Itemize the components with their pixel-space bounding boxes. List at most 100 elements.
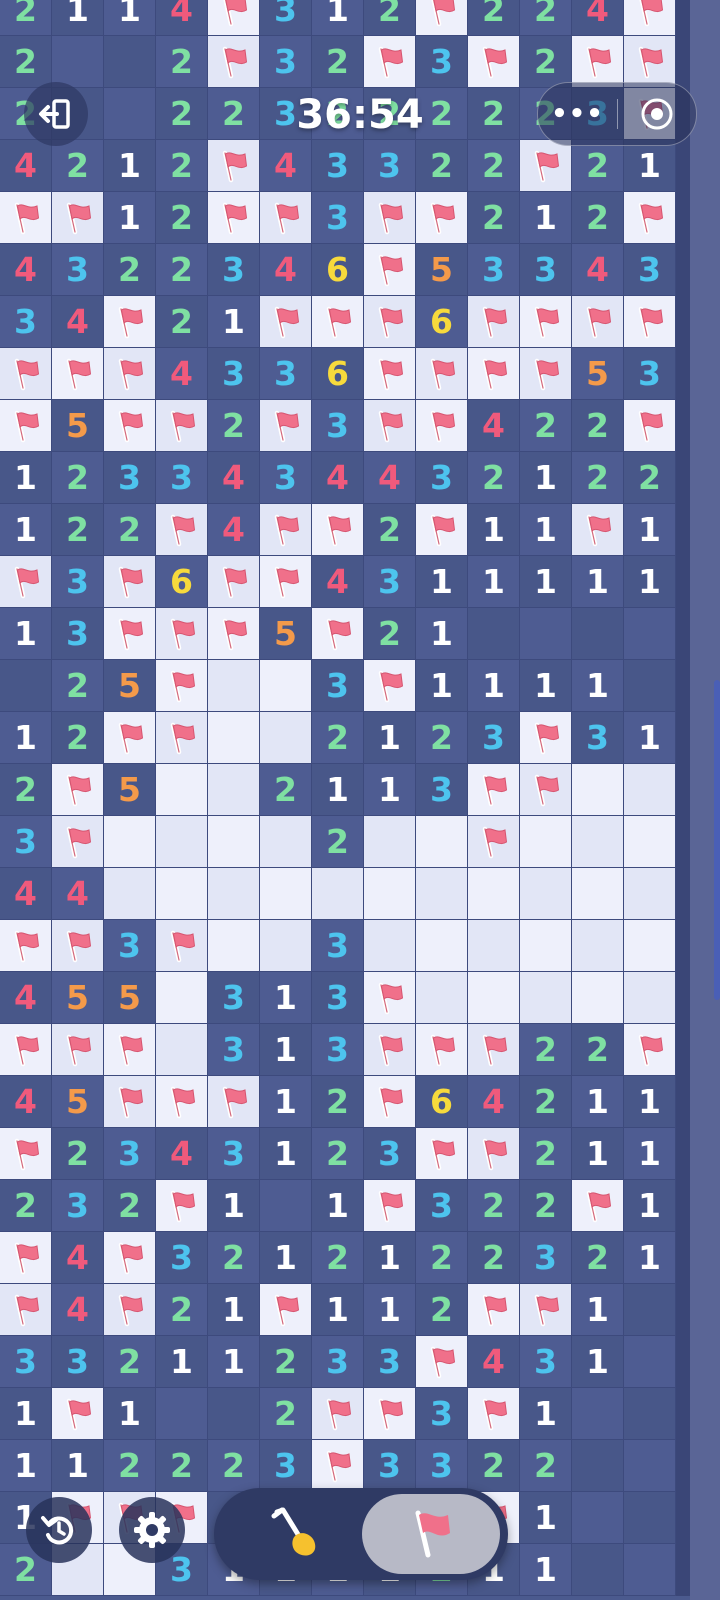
flag-cell[interactable]: [624, 296, 676, 348]
flag-cell[interactable]: [52, 348, 104, 400]
flag-cell[interactable]: [156, 660, 208, 712]
flag-cell[interactable]: [624, 1024, 676, 1076]
number-cell[interactable]: 2: [312, 36, 364, 88]
number-cell[interactable]: 2: [156, 1440, 208, 1492]
flag-cell[interactable]: [416, 348, 468, 400]
number-cell[interactable]: 4: [468, 1076, 520, 1128]
number-cell[interactable]: 1: [260, 972, 312, 1024]
empty-cell[interactable]: [260, 868, 312, 920]
number-cell[interactable]: 3: [52, 608, 104, 660]
empty-cell[interactable]: [208, 816, 260, 868]
flag-cell[interactable]: [104, 400, 156, 452]
empty-cell[interactable]: [520, 972, 572, 1024]
flag-cell[interactable]: [52, 1024, 104, 1076]
empty-cell[interactable]: [468, 972, 520, 1024]
number-cell[interactable]: 5: [52, 972, 104, 1024]
number-cell[interactable]: 2: [104, 504, 156, 556]
flag-cell[interactable]: [364, 1180, 416, 1232]
empty-cell[interactable]: [520, 920, 572, 972]
number-cell[interactable]: 1: [104, 192, 156, 244]
number-cell[interactable]: 2: [156, 36, 208, 88]
flag-cell[interactable]: [0, 192, 52, 244]
number-cell[interactable]: 3: [52, 1336, 104, 1388]
empty-cell[interactable]: [572, 920, 624, 972]
number-cell[interactable]: 2: [364, 504, 416, 556]
hidden-cell[interactable]: [624, 1284, 676, 1336]
number-cell[interactable]: 5: [104, 972, 156, 1024]
flag-cell[interactable]: [104, 1076, 156, 1128]
number-cell[interactable]: 3: [416, 36, 468, 88]
number-cell[interactable]: 1: [572, 1284, 624, 1336]
number-cell[interactable]: 4: [208, 452, 260, 504]
hidden-cell[interactable]: [572, 1440, 624, 1492]
flag-cell[interactable]: [364, 192, 416, 244]
flag-cell[interactable]: [416, 192, 468, 244]
hidden-cell[interactable]: [624, 660, 676, 712]
number-cell[interactable]: 1: [624, 1076, 676, 1128]
flag-cell[interactable]: [364, 1076, 416, 1128]
flag-cell[interactable]: [364, 660, 416, 712]
flag-cell[interactable]: [260, 504, 312, 556]
number-cell[interactable]: 1: [208, 296, 260, 348]
hidden-cell[interactable]: [572, 1544, 624, 1596]
number-cell[interactable]: 2: [572, 1024, 624, 1076]
number-cell[interactable]: 3: [468, 244, 520, 296]
flag-cell[interactable]: [208, 1076, 260, 1128]
number-cell[interactable]: 3: [520, 244, 572, 296]
number-cell[interactable]: 2: [520, 36, 572, 88]
number-cell[interactable]: 1: [52, 1440, 104, 1492]
empty-cell[interactable]: [468, 868, 520, 920]
flag-cell[interactable]: [468, 1284, 520, 1336]
number-cell[interactable]: 2: [0, 764, 52, 816]
flag-mode-button[interactable]: [362, 1494, 500, 1574]
number-cell[interactable]: 1: [624, 140, 676, 192]
number-cell[interactable]: 1: [468, 660, 520, 712]
flag-cell[interactable]: [468, 36, 520, 88]
number-cell[interactable]: 3: [312, 400, 364, 452]
flag-cell[interactable]: [104, 1024, 156, 1076]
hidden-cell[interactable]: [624, 1544, 676, 1596]
number-cell[interactable]: 1: [0, 712, 52, 764]
number-cell[interactable]: 2: [572, 452, 624, 504]
number-cell[interactable]: 1: [260, 1128, 312, 1180]
number-cell[interactable]: 1: [520, 1544, 572, 1596]
flag-cell[interactable]: [260, 192, 312, 244]
number-cell[interactable]: 3: [0, 1336, 52, 1388]
number-cell[interactable]: 3: [52, 1180, 104, 1232]
hidden-cell[interactable]: [260, 1180, 312, 1232]
flag-cell[interactable]: [468, 1128, 520, 1180]
empty-cell[interactable]: [208, 868, 260, 920]
number-cell[interactable]: 3: [312, 920, 364, 972]
flag-cell[interactable]: [208, 556, 260, 608]
flag-cell[interactable]: [520, 712, 572, 764]
flag-cell[interactable]: [312, 296, 364, 348]
number-cell[interactable]: 2: [52, 504, 104, 556]
number-cell[interactable]: 1: [312, 1284, 364, 1336]
exit-button[interactable]: [24, 82, 88, 146]
number-cell[interactable]: 3: [364, 140, 416, 192]
flag-cell[interactable]: [312, 1440, 364, 1492]
flag-cell[interactable]: [312, 608, 364, 660]
number-cell[interactable]: 3: [52, 556, 104, 608]
number-cell[interactable]: 2: [468, 88, 520, 140]
number-cell[interactable]: 1: [520, 1492, 572, 1544]
empty-cell[interactable]: [624, 868, 676, 920]
number-cell[interactable]: 2: [364, 608, 416, 660]
number-cell[interactable]: 4: [0, 244, 52, 296]
number-cell[interactable]: 2: [208, 1440, 260, 1492]
empty-cell[interactable]: [208, 764, 260, 816]
number-cell[interactable]: 4: [312, 556, 364, 608]
flag-cell[interactable]: [52, 1388, 104, 1440]
flag-cell[interactable]: [416, 504, 468, 556]
number-cell[interactable]: 2: [520, 1128, 572, 1180]
flag-cell[interactable]: [52, 192, 104, 244]
number-cell[interactable]: 3: [572, 712, 624, 764]
number-cell[interactable]: 2: [468, 1180, 520, 1232]
number-cell[interactable]: 3: [260, 0, 312, 36]
number-cell[interactable]: 2: [156, 1284, 208, 1336]
number-cell[interactable]: 2: [572, 192, 624, 244]
number-cell[interactable]: 2: [0, 0, 52, 36]
number-cell[interactable]: 3: [312, 1336, 364, 1388]
number-cell[interactable]: 3: [416, 1180, 468, 1232]
number-cell[interactable]: 3: [208, 348, 260, 400]
